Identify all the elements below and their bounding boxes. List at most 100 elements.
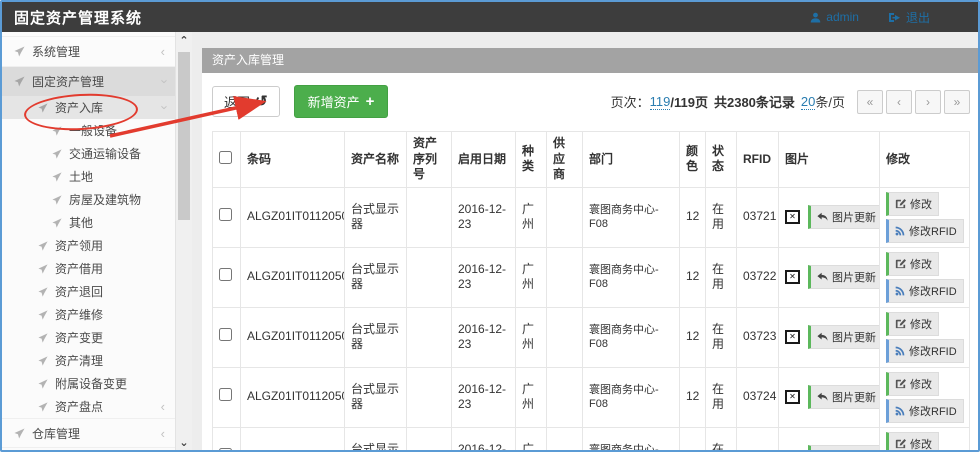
sidebar-item-land[interactable]: 土地 xyxy=(2,165,175,188)
edit-rfid-button[interactable]: 修改RFID xyxy=(886,219,964,243)
cell-status: 在用 xyxy=(706,187,737,247)
edit-rfid-button[interactable]: 修改RFID xyxy=(886,399,964,423)
cell-department: 寰图商务中心-F08 xyxy=(583,247,680,307)
sidebar-item-system-management[interactable]: 系统管理 ‹ xyxy=(2,36,175,66)
rfid-signal-icon xyxy=(895,226,905,236)
sidebar-item-label: 固定资产管理 xyxy=(32,73,104,90)
col-status: 状态 xyxy=(706,132,737,188)
cell-barcode: ALGZ01IT0112050017 xyxy=(241,367,345,427)
cell-rfid: 03722 xyxy=(737,247,779,307)
edit-rfid-button[interactable]: 修改RFID xyxy=(886,339,964,363)
sidebar-item-asset-requisition[interactable]: 资产领用 xyxy=(2,234,175,257)
cell-status: 在用 xyxy=(706,367,737,427)
first-page-button[interactable]: « xyxy=(857,90,883,114)
chevron-collapsed-icon: ‹ xyxy=(161,400,165,413)
edit-icon xyxy=(895,438,906,449)
edit-button[interactable]: 修改 xyxy=(886,432,939,452)
cell-type: 广州 xyxy=(516,427,547,452)
sidebar-item-asset-intake[interactable]: 资产入库 ‹ xyxy=(2,96,175,119)
sidebar-item-asset-inventory[interactable]: 资产盘点 ‹ xyxy=(2,395,175,418)
panel-content: 返回 ↺ 新增资产 + 页次： 119 /119页 共2380条记录 xyxy=(202,73,978,452)
sidebar-item-auxiliary-equipment-change[interactable]: 附属设备变更 xyxy=(2,372,175,395)
pin-icon xyxy=(38,333,48,343)
sidebar-item-asset-cleanup[interactable]: 资产清理 xyxy=(2,349,175,372)
logout-link[interactable]: 退出 xyxy=(889,9,930,26)
scrollbar-thumb[interactable] xyxy=(178,52,190,220)
picture-update-button[interactable]: 图片更新 xyxy=(808,445,880,452)
cell-supplier xyxy=(547,307,583,367)
sidebar-item-label: 资产领用 xyxy=(55,237,103,254)
sidebar-item-label: 资产借用 xyxy=(55,260,103,277)
cell-type: 广州 xyxy=(516,307,547,367)
edit-button[interactable]: 修改 xyxy=(886,312,939,336)
scroll-up-icon[interactable]: ⌃ xyxy=(176,32,192,48)
cell-type: 广州 xyxy=(516,247,547,307)
picture-update-button[interactable]: 图片更新 xyxy=(808,205,880,229)
asset-table: 条码 资产名称 资产序列号 启用日期 种类 供应商 部门 颜色 状态 RFID … xyxy=(212,131,970,452)
user-label: admin xyxy=(826,10,859,24)
sidebar-scrollbar[interactable]: ⌃ ⌄ xyxy=(175,32,192,450)
sidebar-item-asset-change[interactable]: 资产变更 xyxy=(2,326,175,349)
col-rfid: RFID xyxy=(737,132,779,188)
scroll-down-icon[interactable]: ⌄ xyxy=(176,434,192,450)
cell-department: 寰图商务中心-F08 xyxy=(583,427,680,452)
sidebar-item-asset-borrowing[interactable]: 资产借用 xyxy=(2,257,175,280)
cell-date: 2016-12-23 xyxy=(452,427,516,452)
col-modify: 修改 xyxy=(880,132,970,188)
sidebar-item-asset-return[interactable]: 资产退回 xyxy=(2,280,175,303)
prev-page-button[interactable]: ‹ xyxy=(886,90,912,114)
cell-color: 12 xyxy=(680,427,706,452)
sidebar-item-other[interactable]: 其他 xyxy=(2,211,175,234)
pin-icon xyxy=(52,126,62,136)
col-date: 启用日期 xyxy=(452,132,516,188)
rfid-signal-icon xyxy=(895,286,905,296)
back-button[interactable]: 返回 ↺ xyxy=(212,86,280,117)
sidebar-item-label: 附属设备变更 xyxy=(55,375,127,392)
sidebar-item-label: 交通运输设备 xyxy=(69,145,141,162)
sidebar-item-buildings[interactable]: 房屋及建筑物 xyxy=(2,188,175,211)
picture-update-button[interactable]: 图片更新 xyxy=(808,325,880,349)
per-page-count[interactable]: 20 xyxy=(801,94,815,110)
cell-date: 2016-12-23 xyxy=(452,307,516,367)
col-barcode: 条码 xyxy=(241,132,345,188)
table-row: ALGZ01IT0112050015 台式显示器 2016-12-23 广州 寰… xyxy=(213,247,970,307)
cell-department: 寰图商务中心-F08 xyxy=(583,307,680,367)
cell-status: 在用 xyxy=(706,247,737,307)
sidebar-item-label: 资产盘点 xyxy=(55,398,103,415)
cell-color: 12 xyxy=(680,247,706,307)
cell-status: 在用 xyxy=(706,427,737,452)
current-page[interactable]: 119 xyxy=(650,94,671,110)
sidebar-item-fixed-asset-management[interactable]: 固定资产管理 ‹ xyxy=(2,66,175,96)
sidebar-item-transport-equipment[interactable]: 交通运输设备 xyxy=(2,142,175,165)
edit-rfid-button[interactable]: 修改RFID xyxy=(886,279,964,303)
cell-asset-name: 台式显示器 xyxy=(345,247,407,307)
sidebar-item-label: 系统管理 xyxy=(32,43,80,60)
pin-icon xyxy=(52,218,62,228)
panel-title: 资产入库管理 xyxy=(202,48,978,73)
sidebar-item-general-equipment[interactable]: 一般设备 xyxy=(2,119,175,142)
picture-update-button[interactable]: 图片更新 xyxy=(808,265,880,289)
edit-button[interactable]: 修改 xyxy=(886,192,939,216)
broken-image-icon: ✕ xyxy=(785,270,800,284)
sidebar-item-label: 资产退回 xyxy=(55,283,103,300)
select-all-checkbox[interactable] xyxy=(219,151,232,164)
edit-button[interactable]: 修改 xyxy=(886,252,939,276)
add-asset-button[interactable]: 新增资产 + xyxy=(294,85,389,118)
row-checkbox[interactable] xyxy=(219,208,232,221)
undo-icon: ↺ xyxy=(255,94,268,109)
user-account-link[interactable]: admin xyxy=(810,10,859,24)
edit-button[interactable]: 修改 xyxy=(886,372,939,396)
row-checkbox[interactable] xyxy=(219,328,232,341)
reply-arrow-icon xyxy=(817,392,828,402)
sidebar-item-asset-repair[interactable]: 资产维修 xyxy=(2,303,175,326)
cell-color: 12 xyxy=(680,307,706,367)
picture-update-button[interactable]: 图片更新 xyxy=(808,385,880,409)
app-window: 固定资产管理系统 admin 退出 系统管理 ‹ xyxy=(0,0,980,452)
last-page-button[interactable]: » xyxy=(944,90,970,114)
row-checkbox[interactable] xyxy=(219,448,232,452)
row-checkbox[interactable] xyxy=(219,268,232,281)
col-asset-name: 资产名称 xyxy=(345,132,407,188)
next-page-button[interactable]: › xyxy=(915,90,941,114)
row-checkbox[interactable] xyxy=(219,388,232,401)
sidebar-item-warehouse-management[interactable]: 仓库管理 ‹ xyxy=(2,418,175,448)
